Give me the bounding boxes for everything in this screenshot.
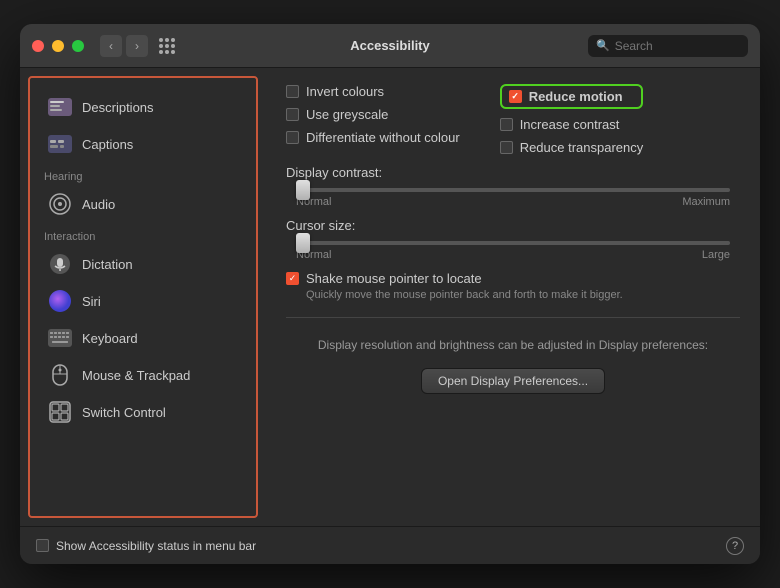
show-accessibility-status-checkbox[interactable] <box>36 539 49 552</box>
siri-label: Siri <box>82 294 101 309</box>
sidebar-item-descriptions[interactable]: Descriptions <box>34 89 252 125</box>
invert-colours-row[interactable]: Invert colours <box>286 84 460 99</box>
window-title: Accessibility <box>350 38 430 53</box>
main-content: Descriptions Captions Hearing <box>20 68 760 526</box>
reduce-motion-row[interactable]: ✓ Reduce motion <box>500 84 644 109</box>
show-accessibility-status-row[interactable]: Show Accessibility status in menu bar <box>36 539 256 553</box>
descriptions-label: Descriptions <box>82 100 154 115</box>
invert-colours-checkbox[interactable] <box>286 85 299 98</box>
sidebar: Descriptions Captions Hearing <box>28 76 258 518</box>
shake-mouse-checkbox[interactable]: ✓ <box>286 272 299 285</box>
forward-button[interactable]: › <box>126 35 148 57</box>
search-input[interactable] <box>615 39 740 53</box>
display-contrast-label: Display contrast: <box>286 165 740 180</box>
cursor-size-label: Cursor size: <box>286 218 740 233</box>
cursor-size-labels: Normal Large <box>296 249 730 261</box>
sidebar-item-audio[interactable]: Audio <box>34 186 252 222</box>
differentiate-without-colour-row[interactable]: Differentiate without colour <box>286 130 460 145</box>
cursor-size-track[interactable] <box>296 241 730 245</box>
switch-control-label: Switch Control <box>82 405 166 420</box>
divider <box>286 317 740 318</box>
dictation-label: Dictation <box>82 257 133 272</box>
main-window: ‹ › Accessibility 🔍 <box>20 24 760 564</box>
audio-label: Audio <box>82 197 115 212</box>
use-greyscale-checkbox[interactable] <box>286 108 299 121</box>
siri-icon <box>48 289 72 313</box>
keyboard-label: Keyboard <box>82 331 138 346</box>
descriptions-icon <box>48 95 72 119</box>
shake-mouse-label: Shake mouse pointer to locate <box>306 271 482 286</box>
invert-colours-label: Invert colours <box>306 84 384 99</box>
open-display-preferences-button[interactable]: Open Display Preferences... <box>421 368 605 394</box>
keyboard-icon <box>48 326 72 350</box>
captions-icon <box>48 132 72 156</box>
sidebar-item-switch-control[interactable]: Switch Control <box>34 394 252 430</box>
sidebar-item-dictation[interactable]: Dictation <box>34 246 252 282</box>
search-box[interactable]: 🔍 <box>588 35 748 57</box>
captions-label: Captions <box>82 137 133 152</box>
help-button[interactable]: ? <box>726 537 744 555</box>
reduce-motion-label: Reduce motion <box>529 89 623 104</box>
interaction-section-label: Interaction <box>30 223 256 245</box>
sidebar-item-captions[interactable]: Captions <box>34 126 252 162</box>
display-contrast-section: Display contrast: Normal Maximum <box>286 165 740 208</box>
increase-contrast-label: Increase contrast <box>520 117 620 132</box>
options-left: Invert colours Use greyscale Differentia… <box>286 84 460 145</box>
bottom-bar: Show Accessibility status in menu bar ? <box>20 526 760 564</box>
options-right: ✓ Reduce motion Increase contrast Reduce… <box>500 84 644 155</box>
differentiate-without-colour-label: Differentiate without colour <box>306 130 460 145</box>
display-contrast-labels: Normal Maximum <box>296 196 730 208</box>
reduce-transparency-row[interactable]: Reduce transparency <box>500 140 644 155</box>
use-greyscale-row[interactable]: Use greyscale <box>286 107 460 122</box>
mouse-icon <box>48 363 72 387</box>
shake-mouse-section: ✓ Shake mouse pointer to locate Quickly … <box>286 271 740 301</box>
nav-buttons: ‹ › <box>100 35 148 57</box>
back-button[interactable]: ‹ <box>100 35 122 57</box>
mouse-trackpad-label: Mouse & Trackpad <box>82 368 190 383</box>
close-button[interactable] <box>32 40 44 52</box>
maximize-button[interactable] <box>72 40 84 52</box>
cursor-size-thumb[interactable] <box>296 233 310 253</box>
options-row: Invert colours Use greyscale Differentia… <box>286 84 740 155</box>
display-contrast-track[interactable] <box>296 188 730 192</box>
reduce-transparency-label: Reduce transparency <box>520 140 644 155</box>
titlebar: ‹ › Accessibility 🔍 <box>20 24 760 68</box>
minimize-button[interactable] <box>52 40 64 52</box>
sidebar-item-keyboard[interactable]: Keyboard <box>34 320 252 356</box>
switch-control-icon <box>48 400 72 424</box>
display-contrast-thumb[interactable] <box>296 180 310 200</box>
cursor-size-section: Cursor size: Normal Large <box>286 218 740 261</box>
differentiate-without-colour-checkbox[interactable] <box>286 131 299 144</box>
right-panel: Invert colours Use greyscale Differentia… <box>266 68 760 526</box>
shake-mouse-description: Quickly move the mouse pointer back and … <box>306 289 740 301</box>
increase-contrast-row[interactable]: Increase contrast <box>500 117 644 132</box>
reduce-transparency-checkbox[interactable] <box>500 141 513 154</box>
increase-contrast-checkbox[interactable] <box>500 118 513 131</box>
use-greyscale-label: Use greyscale <box>306 107 388 122</box>
reduce-motion-checkbox[interactable]: ✓ <box>509 90 522 103</box>
sidebar-item-siri[interactable]: Siri <box>34 283 252 319</box>
dictation-icon <box>48 252 72 276</box>
shake-mouse-row[interactable]: ✓ Shake mouse pointer to locate <box>286 271 740 286</box>
hearing-section-label: Hearing <box>30 163 256 185</box>
display-note: Display resolution and brightness can be… <box>286 338 740 352</box>
search-icon: 🔍 <box>596 39 610 52</box>
sidebar-item-mouse-trackpad[interactable]: Mouse & Trackpad <box>34 357 252 393</box>
grid-view-button[interactable] <box>156 35 178 57</box>
audio-icon <box>48 192 72 216</box>
show-accessibility-status-label: Show Accessibility status in menu bar <box>56 539 256 553</box>
